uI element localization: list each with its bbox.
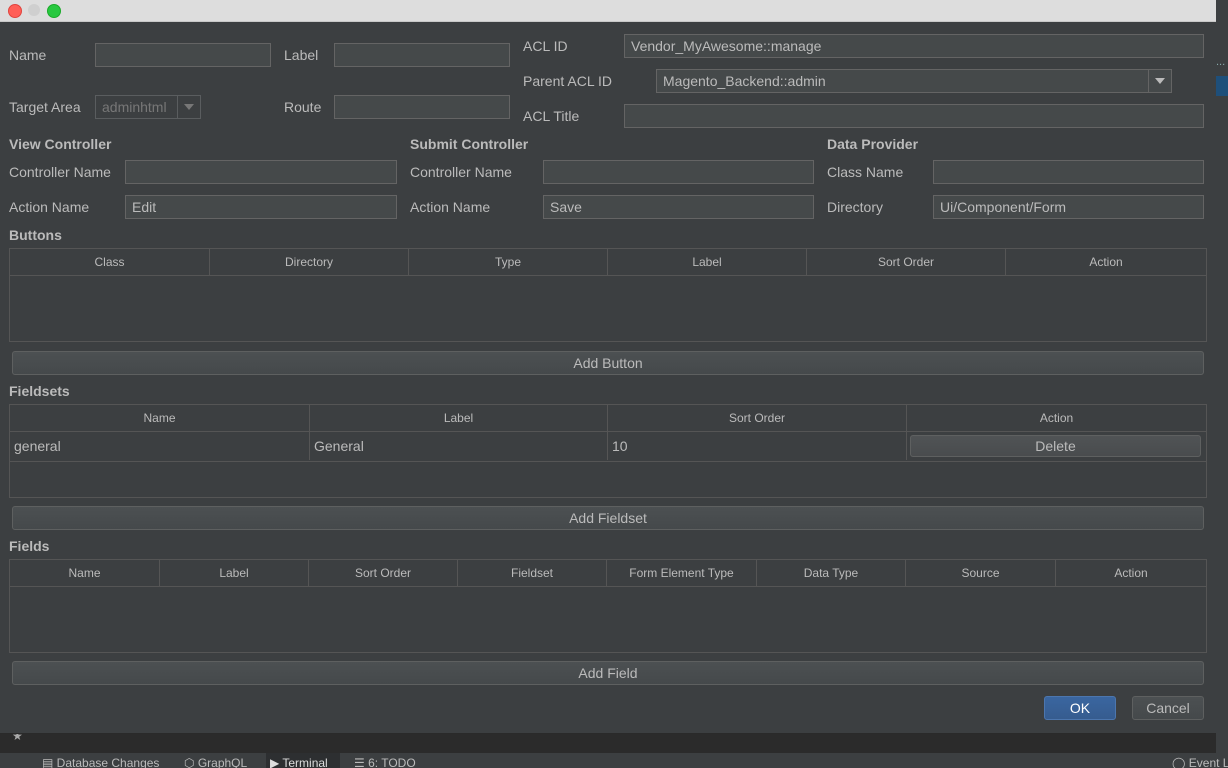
column-header[interactable]: Label xyxy=(310,405,608,431)
column-header[interactable]: Sort Order xyxy=(807,249,1006,275)
parent-acl-id-value: Magento_Backend::admin xyxy=(663,73,826,89)
column-header[interactable]: Label xyxy=(608,249,807,275)
chevron-down-icon xyxy=(177,96,200,118)
table-row[interactable]: general General 10 Delete xyxy=(10,432,1206,462)
column-header[interactable]: Data Type xyxy=(757,560,906,586)
column-header[interactable]: Action xyxy=(1056,560,1206,586)
acl-title-label: ACL Title xyxy=(523,108,580,124)
submit-controller-name-input[interactable] xyxy=(543,160,814,184)
route-input[interactable] xyxy=(334,95,510,119)
name-label: Name xyxy=(9,47,47,63)
fieldsets-heading: Fieldsets xyxy=(9,383,70,399)
fieldsets-table-header: Name Label Sort Order Action xyxy=(10,405,1206,432)
view-action-name-input[interactable]: Edit xyxy=(125,195,397,219)
tool-tab-graphql[interactable]: ⬡ GraphQL xyxy=(184,753,254,768)
parent-acl-id-select[interactable]: Magento_Backend::admin xyxy=(656,69,1172,93)
ide-edge-fragment: ... xyxy=(1216,56,1226,68)
acl-id-label: ACL ID xyxy=(523,38,568,54)
todo-list-icon: ☰ xyxy=(354,756,369,768)
chevron-down-icon[interactable] xyxy=(1148,70,1171,92)
view-controller-name-label: Controller Name xyxy=(9,164,111,180)
column-header[interactable]: Action xyxy=(1006,249,1206,275)
view-action-name-label: Action Name xyxy=(9,199,90,215)
buttons-heading: Buttons xyxy=(9,227,62,243)
column-header[interactable]: Name xyxy=(10,405,310,431)
tool-tab-database-changes[interactable]: ▤ Database Changes xyxy=(42,753,162,768)
data-provider-heading: Data Provider xyxy=(827,136,919,152)
column-header[interactable]: Fieldset xyxy=(458,560,607,586)
delete-fieldset-button[interactable]: Delete xyxy=(910,435,1201,457)
submit-controller-name-label: Controller Name xyxy=(410,164,512,180)
ide-tool-window-bar: ▤ Database Changes ⬡ GraphQL ▶ Terminal … xyxy=(0,753,1228,768)
fieldset-name-cell[interactable]: general xyxy=(10,432,310,460)
event-log-icon: ◯ xyxy=(1172,756,1189,768)
column-header[interactable]: Class xyxy=(10,249,210,275)
label-label: Label xyxy=(284,47,319,63)
column-header[interactable]: Sort Order xyxy=(608,405,907,431)
submit-action-name-input[interactable]: Save xyxy=(543,195,814,219)
add-field-button[interactable]: Add Field xyxy=(12,661,1204,685)
ide-editor-strip xyxy=(0,733,1216,753)
fieldset-sort-order-cell[interactable]: 10 xyxy=(608,432,907,460)
graphql-icon: ⬡ xyxy=(184,756,198,768)
fields-table: Name Label Sort Order Fieldset Form Elem… xyxy=(9,559,1207,653)
submit-controller-heading: Submit Controller xyxy=(410,136,529,152)
data-provider-class-name-label: Class Name xyxy=(827,164,904,180)
view-controller-heading: View Controller xyxy=(9,136,112,152)
column-header[interactable]: Type xyxy=(409,249,608,275)
buttons-table-header: Class Directory Type Label Sort Order Ac… xyxy=(10,249,1206,276)
ide-edge-highlight xyxy=(1216,76,1228,96)
column-header[interactable]: Directory xyxy=(210,249,409,275)
acl-title-input[interactable] xyxy=(624,104,1204,128)
tool-tab-todo[interactable]: ☰ 6: TODO xyxy=(354,753,424,768)
data-provider-directory-input[interactable]: Ui/Component/Form xyxy=(933,195,1204,219)
data-provider-class-name-input[interactable] xyxy=(933,160,1204,184)
fieldset-action-cell: Delete xyxy=(907,432,1206,460)
close-window-button[interactable] xyxy=(8,4,22,18)
database-icon: ▤ xyxy=(42,756,57,768)
cancel-button[interactable]: Cancel xyxy=(1132,696,1204,720)
buttons-table: Class Directory Type Label Sort Order Ac… xyxy=(9,248,1207,342)
zoom-window-button[interactable] xyxy=(47,4,61,18)
add-fieldset-button[interactable]: Add Fieldset xyxy=(12,506,1204,530)
fieldset-label-cell[interactable]: General xyxy=(310,432,608,460)
view-controller-name-input[interactable] xyxy=(125,160,397,184)
name-input[interactable] xyxy=(95,43,271,67)
add-button-button[interactable]: Add Button xyxy=(12,351,1204,375)
column-header[interactable]: Action xyxy=(907,405,1206,431)
submit-action-name-label: Action Name xyxy=(410,199,491,215)
data-provider-directory-label: Directory xyxy=(827,199,884,215)
label-input[interactable] xyxy=(334,43,510,67)
minimize-window-button[interactable] xyxy=(28,4,40,16)
acl-id-input[interactable]: Vendor_MyAwesome::manage xyxy=(624,34,1204,58)
target-area-label: Target Area xyxy=(9,99,81,115)
tool-tab-event-log[interactable]: ◯ Event L xyxy=(1172,753,1228,768)
column-header[interactable]: Source xyxy=(906,560,1056,586)
ok-button[interactable]: OK xyxy=(1044,696,1116,720)
tool-tab-terminal[interactable]: ▶ Terminal xyxy=(266,753,340,768)
column-header[interactable]: Name xyxy=(10,560,160,586)
column-header[interactable]: Sort Order xyxy=(309,560,458,586)
target-area-value: adminhtml xyxy=(102,99,167,115)
ui-component-form-dialog: Name Label ACL ID Vendor_MyAwesome::mana… xyxy=(0,0,1216,734)
column-header[interactable]: Form Element Type xyxy=(607,560,757,586)
target-area-select: adminhtml xyxy=(95,95,201,119)
column-header[interactable]: Label xyxy=(160,560,309,586)
ide-background-right: ... xyxy=(1216,0,1228,768)
parent-acl-id-label: Parent ACL ID xyxy=(523,73,612,89)
fieldsets-table: Name Label Sort Order Action general Gen… xyxy=(9,404,1207,498)
route-label: Route xyxy=(284,99,322,115)
fields-heading: Fields xyxy=(9,538,50,554)
fields-table-header: Name Label Sort Order Fieldset Form Elem… xyxy=(10,560,1206,587)
dialog-title-bar xyxy=(0,0,1216,22)
terminal-icon: ▶ xyxy=(270,756,283,768)
